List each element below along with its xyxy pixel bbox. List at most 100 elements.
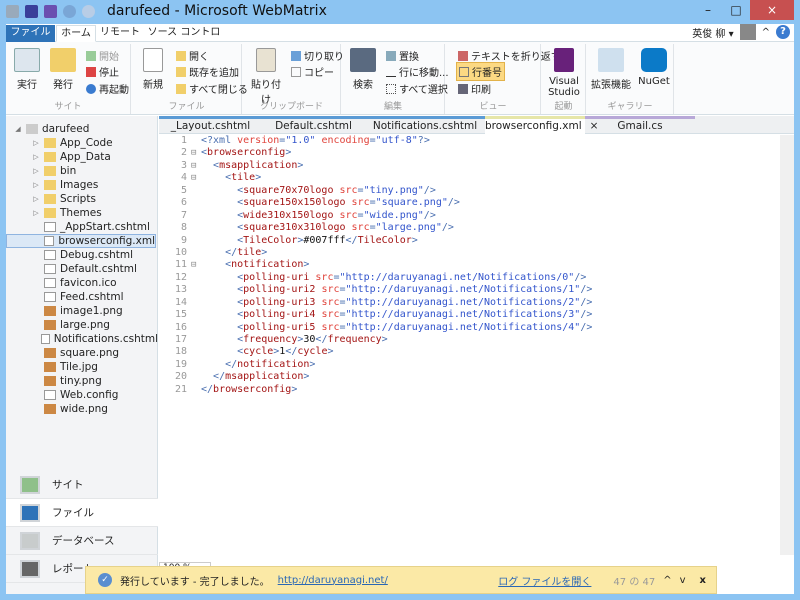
dismiss-button[interactable]: x xyxy=(700,575,706,586)
document-tab[interactable]: Default.cshtml xyxy=(262,116,365,134)
fold-toggle-icon[interactable]: ⊟ xyxy=(191,172,201,184)
fold-gutter xyxy=(191,272,201,284)
document-tab[interactable]: Gmail.cs xyxy=(585,116,695,134)
code-token: </ xyxy=(225,246,238,258)
collapsed-arrow-icon[interactable]: ▷ xyxy=(32,164,40,178)
user-name[interactable]: 英俊 柳 ▾ xyxy=(692,25,733,40)
redo-icon[interactable] xyxy=(82,5,95,18)
tab-remote[interactable]: リモート xyxy=(98,25,142,42)
copy-button[interactable]: コピー xyxy=(291,64,334,79)
workspace-2[interactable]: データベース xyxy=(6,527,158,555)
fold-toggle-icon[interactable]: ⊟ xyxy=(191,160,201,172)
expanded-arrow-icon[interactable]: ◢ xyxy=(14,122,22,136)
workspace-1[interactable]: ファイル xyxy=(6,499,158,527)
document-tab[interactable]: _Layout.cshtml xyxy=(159,116,262,134)
visual-studio-button[interactable]: Visual Studio xyxy=(544,48,584,98)
cut-button[interactable]: 切り取り xyxy=(291,48,344,63)
tree-item[interactable]: ▷ Scripts xyxy=(6,192,158,206)
tree-item[interactable]: ▷ Images xyxy=(6,178,158,192)
save-icon[interactable] xyxy=(25,5,38,18)
undo-icon[interactable] xyxy=(63,5,76,18)
code-editor[interactable]: 1 <?xml version = "1.0" encoding = "utf-8" ?> 2… xyxy=(159,135,779,396)
paste-button[interactable]: 貼り付け xyxy=(247,48,285,106)
tree-item[interactable]: Default.cshtml xyxy=(6,262,158,276)
new-button[interactable]: 新規 xyxy=(134,48,172,91)
window-title: darufeed - Microsoft WebMatrix xyxy=(107,3,327,19)
nuget-button[interactable]: NuGet xyxy=(635,48,673,87)
tree-item[interactable]: _AppStart.cshtml xyxy=(6,220,158,234)
tree-item[interactable]: large.png xyxy=(6,318,158,332)
tree-item[interactable]: wide.png xyxy=(6,402,158,416)
close-button[interactable]: × xyxy=(750,0,794,20)
tree-item[interactable]: ▷ App_Code xyxy=(6,136,158,150)
run-button[interactable]: 実行 xyxy=(8,48,46,91)
open-folder-icon xyxy=(176,50,186,61)
goto-line-button[interactable]: 行に移動... xyxy=(386,64,449,79)
collapsed-arrow-icon[interactable]: ▷ xyxy=(32,150,40,164)
start-button[interactable]: 開始 xyxy=(86,48,119,63)
tree-item[interactable]: browserconfig.xml xyxy=(6,234,156,248)
fold-toggle-icon[interactable]: ⊟ xyxy=(191,259,201,271)
select-all-button[interactable]: すべて選択 xyxy=(386,81,448,96)
restart-button[interactable]: 再起動 xyxy=(86,81,129,96)
add-existing-button[interactable]: 既存を追加 xyxy=(176,64,239,79)
code-token: polling-uri2 xyxy=(243,284,322,296)
help-icon[interactable]: ? xyxy=(776,25,790,39)
cut-label: 切り取り xyxy=(304,52,344,63)
document-tab[interactable]: browserconfig.xml × xyxy=(485,116,598,134)
tree-item[interactable]: image1.png xyxy=(6,304,158,318)
tree-item[interactable]: Debug.cshtml xyxy=(6,248,158,262)
tree-item[interactable]: ▷ Themes xyxy=(6,206,158,220)
site-url-link[interactable]: http://daruyanagi.net/ xyxy=(278,575,388,586)
folder-icon xyxy=(44,208,56,218)
stop-icon xyxy=(86,66,96,77)
tree-item[interactable]: ▷ bin xyxy=(6,164,158,178)
avatar[interactable] xyxy=(739,24,756,40)
previous-button[interactable]: ^ xyxy=(663,575,671,586)
tab-source-control[interactable]: ソース コントロール xyxy=(146,25,222,54)
minimize-button[interactable]: – xyxy=(694,0,722,20)
collapsed-arrow-icon[interactable]: ▷ xyxy=(32,136,40,150)
tree-root[interactable]: ◢ darufeed xyxy=(6,122,158,136)
publish-folder-icon xyxy=(50,48,76,72)
extensions-button[interactable]: 拡張機能 xyxy=(589,48,633,91)
tab-file[interactable]: ファイル xyxy=(6,25,55,42)
tree-item[interactable]: favicon.ico xyxy=(6,276,158,290)
tree-item[interactable]: Tile.jpg xyxy=(6,360,158,374)
tree-item[interactable]: tiny.png xyxy=(6,374,158,388)
code-token: TileColor xyxy=(243,234,298,246)
tree-item[interactable]: ▷ App_Data xyxy=(6,150,158,164)
close-all-button[interactable]: すべて閉じる xyxy=(176,81,248,96)
print-button[interactable]: 印刷 xyxy=(458,81,491,96)
replace-button[interactable]: 置換 xyxy=(386,48,419,63)
tree-item[interactable]: Feed.cshtml xyxy=(6,290,158,304)
tree-item[interactable]: Web.config xyxy=(6,388,158,402)
open-log-link[interactable]: ログ ファイルを開く xyxy=(498,573,591,588)
collapsed-arrow-icon[interactable]: ▷ xyxy=(32,206,40,220)
save-all-icon[interactable] xyxy=(44,5,57,18)
document-tab[interactable]: Notifications.cshtml xyxy=(365,116,485,134)
publish-button[interactable]: 発行 xyxy=(44,48,82,91)
collapsed-arrow-icon[interactable]: ▷ xyxy=(32,178,40,192)
tree-item[interactable]: Notifications.cshtml xyxy=(6,332,158,346)
tab-home[interactable]: ホーム xyxy=(56,25,96,42)
code-token: </ xyxy=(315,334,328,345)
stop-button[interactable]: 停止 xyxy=(86,64,119,79)
workspace-0[interactable]: サイト xyxy=(6,471,158,499)
maximize-button[interactable]: □ xyxy=(722,0,750,20)
tree-item[interactable]: square.png xyxy=(6,346,158,360)
restart-icon xyxy=(86,83,96,94)
app-icon xyxy=(6,5,19,18)
quick-access-toolbar xyxy=(6,5,95,18)
collapsed-arrow-icon[interactable]: ▷ xyxy=(32,192,40,206)
vertical-scrollbar[interactable] xyxy=(780,135,794,555)
next-button[interactable]: v xyxy=(680,575,686,586)
fold-toggle-icon[interactable]: ⊟ xyxy=(191,147,201,159)
code-line: 16 < polling-uri5 src = "http://daruyanagi.… xyxy=(159,322,779,334)
select-all-label: すべて選択 xyxy=(399,85,448,96)
line-numbers-toggle[interactable]: 行番号 xyxy=(456,62,505,81)
open-button[interactable]: 開く xyxy=(176,48,209,63)
collapse-ribbon-icon[interactable]: ^ xyxy=(762,27,770,38)
find-button[interactable]: 検索 xyxy=(344,48,382,91)
select-all-icon xyxy=(386,83,396,94)
